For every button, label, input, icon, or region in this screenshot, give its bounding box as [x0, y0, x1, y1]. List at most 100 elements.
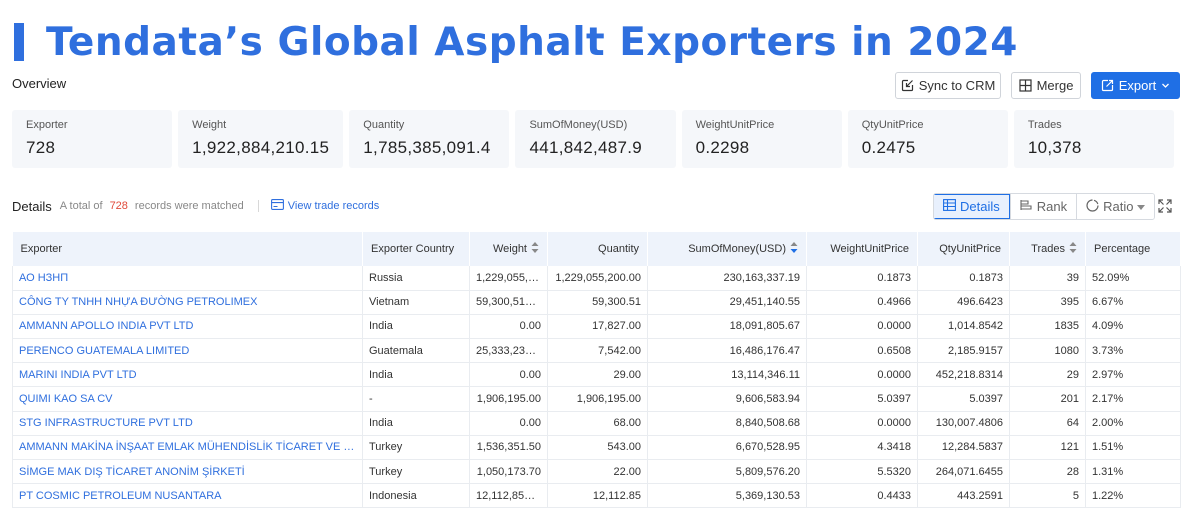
stat-card-weight: Weight 1,922,884,210.15 — [178, 110, 344, 168]
sort-icon[interactable] — [1069, 242, 1077, 256]
column-header-weight[interactable]: Weight — [469, 232, 548, 266]
column-header-trades-label: Trades — [1031, 242, 1065, 255]
percentage-cell: 1.31% — [1085, 459, 1181, 485]
sort-icon[interactable] — [790, 242, 798, 256]
weight-unit-price-cell: 4.3418 — [806, 435, 918, 461]
exporter-link[interactable]: MARINI INDIA PVT LTD — [12, 362, 363, 388]
table-row: QUIMI KAO SA CV - 1,906,195.00 1,906,195… — [12, 386, 1181, 412]
trades-cell: 201 — [1009, 386, 1086, 412]
quantity-cell: 68.00 — [547, 411, 648, 436]
sum-of-money-cell: 5,809,576.20 — [647, 459, 807, 485]
column-header-weight-unit-price[interactable]: WeightUnitPrice — [806, 232, 918, 266]
qty-unit-price-cell: 2,185.9157 — [917, 338, 1010, 364]
exporter-link[interactable]: AMMANN MAKİNA İNŞAAT EMLAK MÜHENDİSLİK T… — [12, 435, 363, 461]
ratio-icon — [1086, 198, 1099, 215]
quantity-cell: 22.00 — [547, 459, 648, 485]
page-title: Tendata’s Global Asphalt Exporters in 20… — [46, 19, 1018, 65]
percentage-cell: 2.97% — [1085, 362, 1181, 388]
weight-cell: 59,300,510.00 — [469, 290, 548, 315]
qty-unit-price-cell: 1,014.8542 — [917, 314, 1010, 340]
weight-unit-price-cell: 0.0000 — [806, 411, 918, 436]
percentage-cell: 2.00% — [1085, 411, 1181, 436]
stat-card-weight-unit-price: WeightUnitPrice 0.2298 — [681, 110, 842, 168]
stat-value: 1,785,385,091.4 — [363, 138, 491, 157]
qty-unit-price-cell: 264,071.6455 — [917, 459, 1010, 485]
table-row: PERENCO GUATEMALA LIMITED Guatemala 25,3… — [12, 338, 1181, 364]
stat-label: Exporter — [26, 119, 68, 131]
tab-rank[interactable]: Rank — [1009, 194, 1077, 219]
fullscreen-icon[interactable] — [1158, 199, 1172, 218]
stat-value: 728 — [26, 138, 56, 157]
table-row: AMMANN APOLLO INDIA PVT LTD India 0.00 1… — [12, 314, 1181, 340]
quantity-cell: 1,229,055,200.00 — [547, 266, 648, 291]
column-header-exporter-country[interactable]: Exporter Country — [362, 232, 470, 266]
quantity-cell: 7,542.00 — [547, 338, 648, 364]
country-cell: - — [362, 386, 470, 412]
exporter-link[interactable]: QUIMI KAO SA CV — [12, 386, 363, 412]
tab-ratio[interactable]: Ratio — [1076, 194, 1155, 219]
exporter-link[interactable]: АО НЗНП — [12, 266, 363, 291]
weight-unit-price-cell: 0.0000 — [806, 362, 918, 388]
stat-label: SumOfMoney(USD) — [529, 119, 628, 131]
details-header: Details A total of 728 records were matc… — [12, 196, 379, 216]
sync-icon — [901, 79, 914, 92]
sort-icon[interactable] — [531, 242, 539, 256]
quantity-cell: 29.00 — [547, 362, 648, 388]
title-accent-bar — [14, 23, 24, 61]
column-header-weight-label: Weight — [492, 242, 527, 255]
country-cell: Guatemala — [362, 338, 470, 364]
column-header-trades[interactable]: Trades — [1009, 232, 1086, 266]
column-header-qty-unit-price[interactable]: QtyUnitPrice — [917, 232, 1010, 266]
export-button[interactable]: Export — [1091, 72, 1180, 99]
view-trade-records-link[interactable]: View trade records — [270, 199, 379, 213]
sum-of-money-cell: 13,114,346.11 — [647, 362, 807, 388]
exporters-table: Exporter Exporter Country Weight Quantit… — [12, 232, 1181, 509]
merge-button[interactable]: Merge — [1011, 72, 1081, 99]
tab-ratio-label: Ratio — [1103, 199, 1134, 214]
table-row: AMMANN MAKİNA İNŞAAT EMLAK MÜHENDİSLİK T… — [12, 435, 1181, 461]
table-header-row: Exporter Exporter Country Weight Quantit… — [12, 232, 1181, 266]
qty-unit-price-cell: 496.6423 — [917, 290, 1010, 315]
trades-cell: 1080 — [1009, 338, 1086, 364]
column-header-exporter[interactable]: Exporter — [12, 232, 363, 266]
overview-stats: Exporter 728 Weight 1,922,884,210.15 Qua… — [12, 110, 1174, 168]
sum-of-money-cell: 9,606,583.94 — [647, 386, 807, 412]
percentage-cell: 1.51% — [1085, 435, 1181, 461]
exporter-link[interactable]: PT COSMIC PETROLEUM NUSANTARA — [12, 483, 363, 509]
view-toggle: Details Rank Ratio — [933, 193, 1156, 220]
percentage-cell: 6.67% — [1085, 290, 1181, 315]
exporter-link[interactable]: PERENCO GUATEMALA LIMITED — [12, 338, 363, 364]
weight-cell: 0.00 — [469, 314, 548, 340]
sum-of-money-cell: 16,486,176.47 — [647, 338, 807, 364]
quantity-cell: 59,300.51 — [547, 290, 648, 315]
column-header-sum-of-money[interactable]: SumOfMoney(USD) — [647, 232, 807, 266]
sync-to-crm-button[interactable]: Sync to CRM — [895, 72, 1001, 99]
percentage-cell: 2.17% — [1085, 386, 1181, 412]
stat-card-exporter: Exporter 728 — [12, 110, 173, 168]
divider — [257, 200, 259, 212]
sum-of-money-cell: 29,451,140.55 — [647, 290, 807, 315]
trades-cell: 1835 — [1009, 314, 1086, 340]
column-header-quantity[interactable]: Quantity — [547, 232, 648, 266]
rank-icon — [1020, 199, 1033, 214]
exporter-link[interactable]: AMMANN APOLLO INDIA PVT LTD — [12, 314, 363, 340]
weight-cell: 12,112,855.00 — [469, 483, 548, 509]
tab-details[interactable]: Details — [934, 194, 1010, 219]
weight-unit-price-cell: 5.5320 — [806, 459, 918, 485]
exporter-link[interactable]: CÔNG TY TNHH NHỰA ĐƯỜNG PETROLIMEX — [12, 290, 363, 315]
stat-card-trades: Trades 10,378 — [1013, 110, 1174, 168]
qty-unit-price-cell: 0.1873 — [917, 266, 1010, 291]
card-icon — [270, 199, 284, 213]
exporter-link[interactable]: SİMGE MAK DIŞ TİCARET ANONİM ŞİRKETİ — [12, 459, 363, 485]
table-row: АО НЗНП Russia 1,229,055,20... 1,229,055… — [12, 266, 1181, 291]
merge-icon — [1018, 79, 1032, 92]
sum-of-money-cell: 5,369,130.53 — [647, 483, 807, 509]
stat-value: 10,378 — [1027, 138, 1082, 157]
weight-cell: 25,333,233.51 — [469, 338, 548, 364]
column-header-percentage[interactable]: Percentage — [1085, 232, 1181, 266]
column-header-sum-of-money-label: SumOfMoney(USD) — [688, 242, 786, 255]
weight-cell: 1,229,055,20... — [469, 266, 548, 291]
percentage-cell: 1.22% — [1085, 483, 1181, 509]
trades-cell: 29 — [1009, 362, 1086, 388]
exporter-link[interactable]: STG INFRASTRUCTURE PVT LTD — [12, 411, 363, 436]
